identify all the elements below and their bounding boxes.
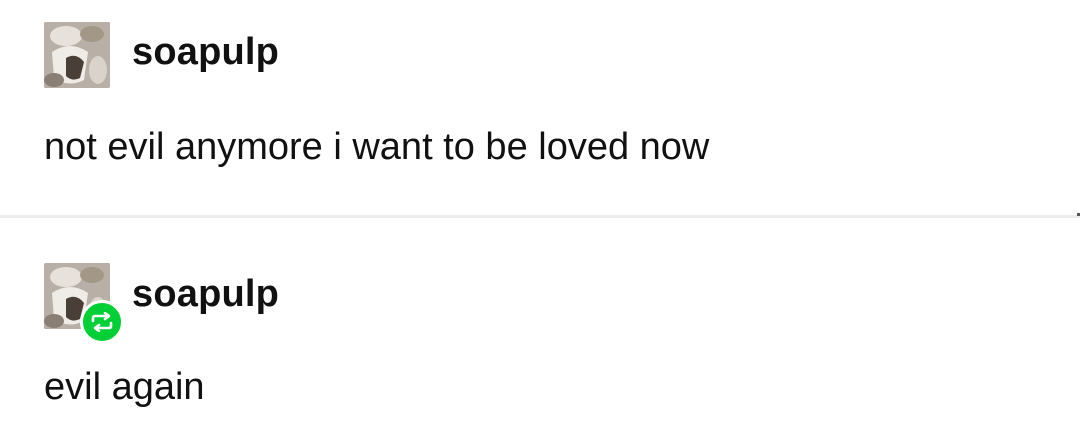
post-body-text: not evil anymore i want to be loved now — [44, 126, 710, 168]
username[interactable]: soapulp — [132, 275, 279, 313]
username[interactable]: soapulp — [132, 33, 279, 71]
post-divider — [0, 215, 1080, 218]
post-2: soapulp evil again — [0, 219, 1080, 438]
post-body-text: evil again — [44, 366, 205, 408]
post-1: soapulp not evil anymore i want to be lo… — [0, 0, 1080, 215]
reblog-icon — [91, 312, 113, 332]
avatar[interactable] — [44, 22, 110, 88]
avatar-image — [44, 22, 110, 88]
reblog-badge — [80, 300, 124, 344]
